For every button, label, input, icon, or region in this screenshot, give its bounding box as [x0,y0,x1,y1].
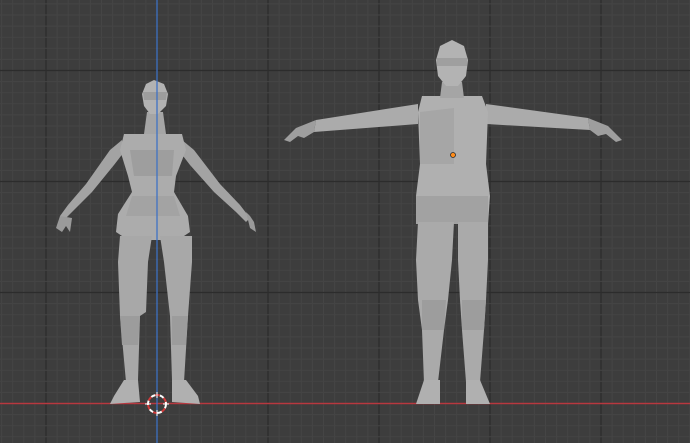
female-neck [144,112,166,134]
female-right-knee [172,316,188,345]
male-face-shade [437,58,467,66]
female-left-knee [120,316,140,345]
3d-viewport[interactable] [0,0,690,443]
viewport-background [0,0,690,443]
female-face-shade [143,92,167,100]
male-chest-shade [420,108,454,164]
male-hip-shade [416,196,488,224]
male-left-knee [422,300,446,330]
female-chest-shade [130,150,174,176]
male-right-knee [462,300,486,330]
viewport-canvas[interactable] [0,0,690,443]
object-origin-icon[interactable] [450,152,456,158]
female-waist-shade [126,196,180,216]
